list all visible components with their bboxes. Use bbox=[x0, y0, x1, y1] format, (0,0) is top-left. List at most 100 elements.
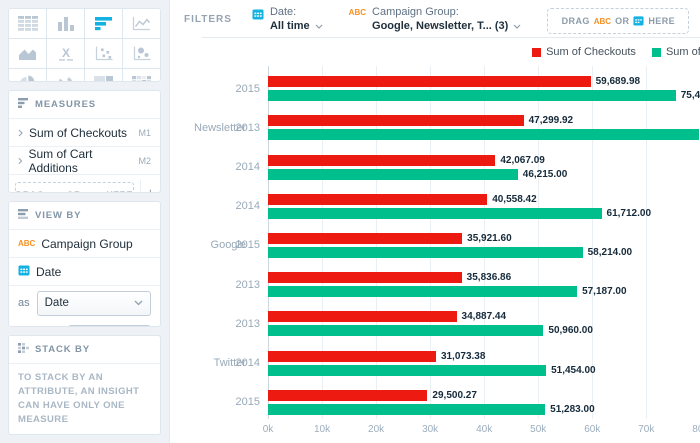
filter-drop-zone[interactable]: DRAG ABC OR HERE bbox=[547, 8, 689, 34]
checkouts-bar[interactable] bbox=[268, 390, 427, 401]
vis-type-treemap-icon[interactable] bbox=[85, 69, 122, 82]
campaign-group-filter[interactable]: ABC Campaign Group: Google, Newsletter, … bbox=[349, 6, 522, 33]
legend-swatch bbox=[652, 48, 661, 57]
measures-icon bbox=[18, 98, 29, 111]
drop-zone-text: DRAG bbox=[562, 16, 590, 26]
vis-type-heatmap-icon[interactable] bbox=[123, 69, 160, 82]
bar-value-label: 59,689.98 bbox=[596, 76, 641, 87]
stack-by-icon bbox=[18, 343, 29, 356]
config-sidebar: X MEASURES Sum of Checkouts M1 Sum of Ca… bbox=[0, 0, 170, 443]
svg-text:X: X bbox=[61, 46, 69, 60]
x-axis-tick-label: 20k bbox=[368, 424, 384, 435]
stack-by-note: TO STACK BY AN ATTRIBUTE, AN INSIGHT CAN… bbox=[9, 364, 160, 429]
campaign-filter-label: Campaign Group: bbox=[372, 6, 521, 20]
analytics-designer-app: X MEASURES Sum of Checkouts M1 Sum of Ca… bbox=[0, 0, 700, 443]
y-axis-year-label: 2015 bbox=[170, 226, 260, 265]
drop-zone-text: OR bbox=[615, 16, 629, 26]
chart-plot: 59,689.9875,446.0047,299.9279,687.0042,0… bbox=[268, 66, 700, 419]
checkouts-bar[interactable] bbox=[268, 194, 487, 205]
cart-additions-bar[interactable] bbox=[268, 325, 543, 336]
add-measure-button[interactable]: + bbox=[140, 180, 160, 193]
cart-additions-bar[interactable] bbox=[268, 208, 602, 219]
viewby-item-campaign-group[interactable]: ABC Campaign Group bbox=[9, 230, 160, 258]
checkouts-bar[interactable] bbox=[268, 233, 462, 244]
cart-additions-bar[interactable] bbox=[268, 286, 577, 297]
bar-value-label: 35,921.60 bbox=[467, 233, 512, 244]
chart-year-labels: 201520132014201420152013201320142015 bbox=[170, 66, 260, 419]
stack-measures-row[interactable]: Stack measures bbox=[9, 429, 160, 435]
selected-value: Date bbox=[45, 297, 69, 309]
vis-type-headline-icon[interactable]: X bbox=[47, 39, 84, 68]
view-by-icon bbox=[18, 209, 29, 222]
x-axis-tick-label: 30k bbox=[422, 424, 438, 435]
bar-value-label: 31,073.38 bbox=[441, 351, 486, 362]
x-axis-tick-label: 40k bbox=[476, 424, 492, 435]
bar-pair-row: 29,500.2751,283.00 bbox=[268, 383, 700, 422]
chevron-right-icon bbox=[18, 129, 23, 137]
cart-additions-bar[interactable] bbox=[268, 247, 583, 258]
checkouts-bar[interactable] bbox=[268, 115, 524, 126]
checkouts-bar[interactable] bbox=[268, 155, 495, 166]
bar-value-label: 75,446.00 bbox=[681, 90, 700, 101]
cart-additions-bar[interactable] bbox=[268, 90, 676, 101]
legend-item-cart-additions[interactable]: Sum of Cart Additions bbox=[652, 46, 700, 58]
bar-value-label: 58,214.00 bbox=[588, 247, 633, 258]
measures-header: MEASURES bbox=[9, 91, 160, 119]
cart-additions-bar[interactable] bbox=[268, 365, 546, 376]
cart-additions-bar[interactable] bbox=[268, 129, 699, 140]
viewby-item-date[interactable]: Date bbox=[9, 258, 160, 286]
vis-type-bubble-chart-icon[interactable] bbox=[123, 39, 160, 68]
bar-value-label: 47,299.92 bbox=[529, 115, 574, 126]
cart-additions-bar[interactable] bbox=[268, 169, 518, 180]
visualization-picker: X bbox=[8, 8, 161, 82]
chart-legend: Sum of Checkouts Sum of Cart Additions bbox=[532, 46, 700, 58]
legend-label: Sum of Cart Additions bbox=[666, 46, 700, 58]
drop-zone-text: DRAG bbox=[16, 190, 44, 193]
legend-item-checkouts[interactable]: Sum of Checkouts bbox=[532, 46, 636, 58]
chevron-down-icon bbox=[513, 24, 521, 29]
chevron-down-icon bbox=[134, 300, 143, 306]
x-axis-tick-label: 50k bbox=[530, 424, 546, 435]
vis-type-scatter-plot-icon[interactable] bbox=[85, 39, 122, 68]
checkouts-bar[interactable] bbox=[268, 351, 436, 362]
vis-type-area-chart-icon[interactable] bbox=[9, 39, 46, 68]
date-as-select[interactable]: Date bbox=[37, 291, 151, 316]
y-axis-year-label: 2014 bbox=[170, 187, 260, 226]
bar-value-label: 57,187.00 bbox=[582, 286, 627, 297]
vis-type-donut-chart-icon[interactable] bbox=[47, 69, 84, 82]
view-by-title: VIEW BY bbox=[35, 210, 81, 221]
checkouts-bar[interactable] bbox=[268, 311, 457, 322]
x-axis-tick-label: 10k bbox=[314, 424, 330, 435]
calendar-icon bbox=[18, 264, 30, 279]
measures-title: MEASURES bbox=[35, 99, 96, 110]
bar-pair-row: 35,836.86 57,187.00 bbox=[268, 265, 700, 304]
bar-value-label: 35,836.86 bbox=[467, 272, 512, 283]
bar-value-label: 34,887.44 bbox=[462, 311, 507, 322]
vis-type-table-icon[interactable] bbox=[9, 9, 46, 38]
bar-chart: Sum of Checkouts Sum of Cart Additions N… bbox=[170, 38, 700, 443]
cart-additions-bar[interactable] bbox=[268, 404, 545, 415]
measure-item-m2[interactable]: Sum of Cart Additions M2 bbox=[9, 147, 160, 175]
attribute-token: ABC bbox=[594, 17, 611, 26]
stack-by-header: STACK BY bbox=[9, 336, 160, 364]
vis-type-line-chart-icon[interactable] bbox=[123, 9, 160, 38]
y-axis-year-label: 2013 bbox=[170, 304, 260, 343]
measure-drop-zone[interactable]: DRAG 123 OR ABC HERE bbox=[15, 182, 134, 193]
checkouts-bar[interactable] bbox=[268, 272, 462, 283]
calendar-icon bbox=[252, 7, 264, 33]
date-filter[interactable]: Date: All time bbox=[252, 6, 323, 33]
measure-item-m1[interactable]: Sum of Checkouts M1 bbox=[9, 119, 160, 147]
legend-label: Sum of Checkouts bbox=[546, 46, 636, 58]
checkouts-bar[interactable] bbox=[268, 76, 591, 87]
bar-value-label: 42,067.09 bbox=[500, 155, 545, 166]
vis-type-column-chart-icon[interactable] bbox=[47, 9, 84, 38]
filters-title: FILTERS bbox=[184, 14, 232, 25]
vis-type-pie-chart-icon[interactable] bbox=[9, 69, 46, 82]
stack-by-section: STACK BY TO STACK BY AN ATTRIBUTE, AN IN… bbox=[8, 335, 161, 435]
bar-value-label: 50,960.00 bbox=[548, 325, 593, 336]
bar-value-label: 40,558.42 bbox=[492, 194, 537, 205]
group-by-select[interactable]: Year bbox=[68, 325, 151, 327]
y-axis-year-label: 2013 bbox=[170, 265, 260, 304]
date-group-by-row: group by Year bbox=[9, 320, 160, 327]
vis-type-bar-chart-icon[interactable] bbox=[85, 9, 122, 38]
